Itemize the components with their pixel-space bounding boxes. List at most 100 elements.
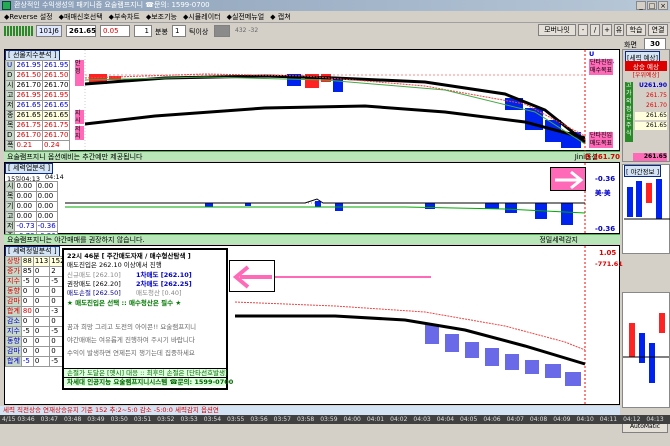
row-label: 동향 [5, 286, 22, 297]
row-label: 고 [4, 211, 16, 222]
menu-subchart[interactable]: ◆부속차트 [109, 11, 140, 22]
side-label: 고 [626, 82, 632, 89]
row-value: 0.24 [41, 140, 71, 151]
bottom-status-bar: 세력 직전상승 연재상승유지 기준 152 추:2~5:0 감소 -5:0:0 … [0, 406, 620, 415]
right-arrow-icon [550, 167, 586, 191]
time-tick: 4/15 03:46 [2, 416, 35, 423]
time-tick: 03:58 [296, 416, 315, 423]
row-value: -0.73 [14, 221, 37, 232]
row-value: 0 [20, 346, 34, 357]
minus-button[interactable]: - [578, 24, 588, 36]
forecast-bracket: [우위예상] [632, 72, 660, 79]
row-label: 감소 [5, 316, 22, 327]
table-row: 목 261.75 261.75 [4, 120, 71, 131]
time-tick: 03:52 [157, 416, 175, 423]
change-field: 0.05 [100, 25, 130, 37]
overnight-button[interactable]: 모버나잇 [538, 24, 576, 36]
time-tick: 03:50 [110, 416, 128, 423]
menu-assist[interactable]: ◆보조기능 [146, 11, 177, 22]
force-chart-panel: [ 세력업분석 ] 15일04:13 04:14 시 0.00 0.00 목 0.00… [4, 162, 620, 242]
row-value: 0.00 [14, 181, 37, 192]
time-tick: 03:56 [250, 416, 268, 423]
row-label: U [4, 60, 16, 71]
time-tick: 04:02 [390, 416, 408, 423]
row-value: 0.00 [35, 201, 58, 212]
table-row: 지수 -5 0 -5 [5, 276, 67, 287]
row-value: 113 [32, 256, 51, 267]
row-value: 261.70 [41, 80, 71, 91]
time-tick: 04:11 [599, 416, 618, 423]
row-value: 261.65 [41, 100, 71, 111]
side-label: 주 [626, 122, 632, 129]
left-arrow-icon [229, 260, 275, 292]
time-tick: 04:12 [623, 416, 641, 423]
row-value: 261.70 [41, 130, 71, 141]
force-right-top: -0.36 [595, 175, 616, 183]
time-tick: 04:01 [366, 416, 385, 423]
row-label: 시 [4, 80, 16, 91]
interval-input[interactable]: 1 [134, 25, 152, 37]
row-value: 0.00 [14, 201, 37, 212]
time-tick: 04:13 [646, 416, 664, 423]
time-tick: 04:10 [576, 416, 594, 423]
info-rule: ★ 매도진입은 선택 :: 매수청산은 필수 ★ [67, 299, 182, 307]
side-label-stable: 안정 [75, 60, 84, 86]
table-row: 합계 -5 0 -5 [5, 356, 67, 367]
menu-capture[interactable]: ◆ 캡쳐 [270, 11, 291, 22]
row-value: 261.70 [14, 130, 43, 141]
row-label: 시 [4, 181, 16, 192]
row-value: 0.00 [14, 191, 37, 202]
window-title: 환상적인 수익생성의 패키니즘 요술램프지니 ☎문의: 1599-0700 [14, 1, 210, 9]
line-tool-button[interactable]: / [590, 24, 600, 36]
menu-signal[interactable]: ◆매매신호선택 [59, 11, 103, 22]
window-controls: _ □ × [636, 1, 668, 10]
row-label: 저 [4, 221, 16, 232]
table-row: 지수 -5 0 -5 [5, 326, 67, 337]
side-label: 식 [626, 130, 632, 137]
table-row: D 261.50 261.50 [4, 70, 71, 81]
row-value: 261.95 [14, 90, 43, 101]
row-value: 0.00 [14, 211, 37, 222]
lower-level: D 261.70 [584, 153, 620, 161]
row-label: 저 [4, 100, 16, 111]
learn-button[interactable]: 학습 [626, 24, 646, 36]
table-row: 시 0.00 0.00 [4, 181, 58, 192]
row-label: 감마 [5, 346, 22, 357]
precision-right-bottom: -771.61 [595, 260, 623, 268]
row-value: 0 [32, 296, 51, 307]
connect-button[interactable]: 연결 [648, 24, 668, 36]
row-label: 지수 [5, 276, 22, 287]
row-label: 동향 [5, 336, 22, 347]
row-value: 0 [20, 336, 34, 347]
row-value: 88 [20, 256, 34, 267]
menu-simulator[interactable]: ◆시뮬레이터 [183, 11, 221, 22]
close-button[interactable]: × [658, 1, 668, 10]
yu-button[interactable]: 유 [614, 24, 624, 36]
row-value: 261.65 [14, 110, 43, 121]
row-label: 증가 [5, 266, 22, 277]
signal-strength-icon [4, 26, 34, 36]
menu-bar: ◆Reverse 설정 ◆매매신호선택 ◆부속차트 ◆보조기능 ◆시뮬레이터 ◆… [0, 11, 670, 23]
time-tick: 04:07 [506, 416, 524, 423]
maximize-button[interactable]: □ [647, 1, 657, 10]
toggle-button[interactable] [214, 25, 230, 37]
table-row: 동향 0 0 0 [5, 286, 67, 297]
row-value: 261.50 [14, 70, 43, 81]
info-contact: 차세대 인공지능 요술램프지니시스템 ☎문의: 1599-0700 [64, 378, 233, 386]
info-new-sell: 신규매도 [262.10] [67, 271, 121, 279]
menu-manual[interactable]: ◆실전메뉴얼 [227, 11, 265, 22]
bottom-status-text: 세력 직전상승 연재상승유지 기준 152 추:2~5:0 감소 -5:0:0 … [3, 406, 219, 414]
plus-button[interactable]: + [602, 24, 612, 36]
forecast-v2: 261.70 [646, 102, 667, 109]
bottom-mini-panel [622, 292, 670, 408]
menu-reverse[interactable]: ◆Reverse 설정 [4, 11, 53, 22]
code-select[interactable]: 101J6 [36, 25, 62, 37]
count-input[interactable]: 1 [172, 25, 186, 37]
row-value: 0 [20, 316, 34, 327]
table-row: 저 261.65 261.65 [4, 100, 71, 111]
futures-chart [84, 50, 586, 152]
table-row: 합계 80 0 -3 [5, 306, 67, 317]
row-value: -5 [20, 326, 34, 337]
row-label: 합계 [5, 356, 22, 367]
minimize-button[interactable]: _ [636, 1, 646, 10]
